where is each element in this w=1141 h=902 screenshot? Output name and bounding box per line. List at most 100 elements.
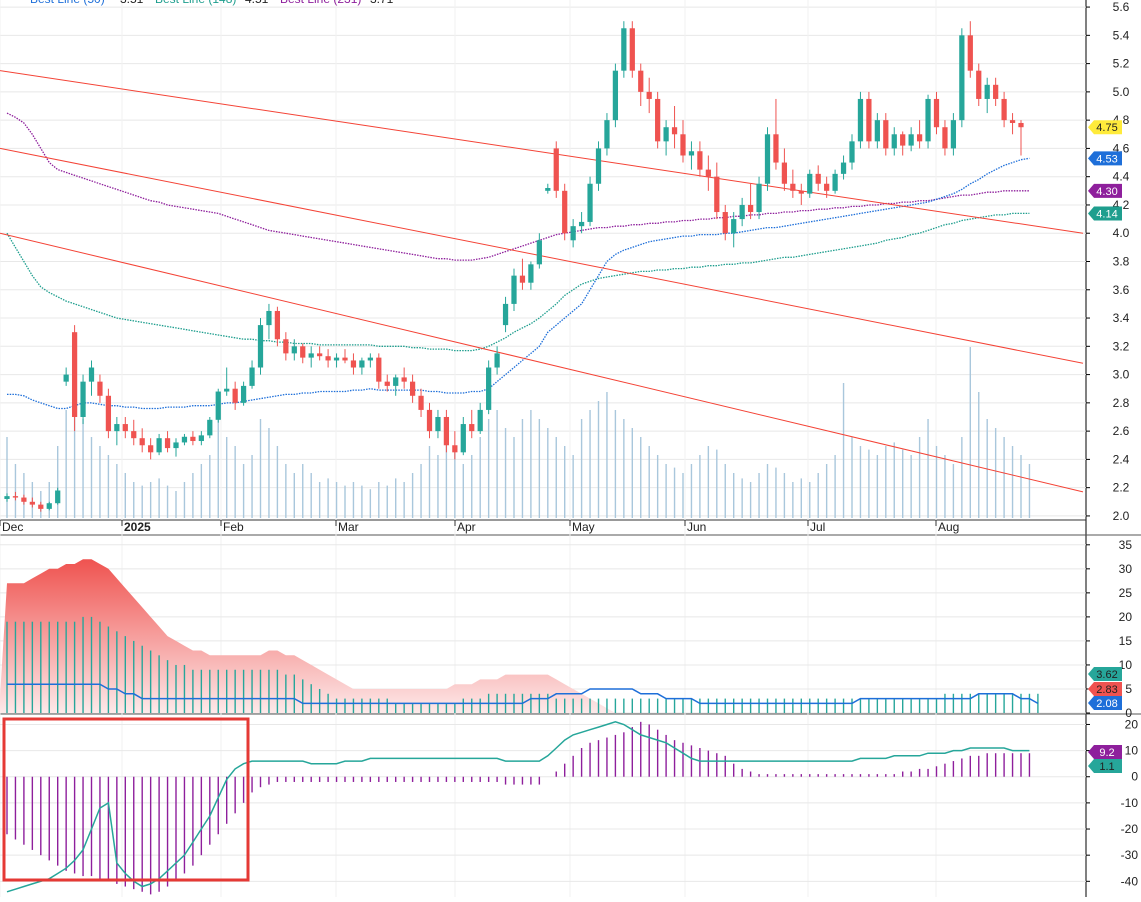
adx-tick-label: 25: [1119, 586, 1133, 600]
candle-body: [21, 497, 27, 502]
candle-body: [477, 409, 483, 432]
osc-line: [6, 721, 1030, 893]
adx-tick-label: 5: [1125, 682, 1132, 696]
price-tick-label: 4.4: [1113, 170, 1130, 184]
candle-body: [933, 98, 940, 128]
candle-body: [291, 346, 297, 354]
candle-body: [164, 438, 171, 449]
candle-body: [350, 360, 357, 368]
candle-body: [63, 374, 69, 382]
candle-body: [198, 435, 204, 442]
candle-body: [671, 127, 678, 135]
candle-body: [942, 127, 948, 149]
candle-body: [747, 204, 754, 213]
candle-body: [908, 134, 914, 146]
x-tick-label: Aug: [938, 520, 959, 534]
candle-body: [359, 360, 365, 368]
candle-body: [232, 388, 238, 403]
candle-body: [333, 357, 340, 361]
legend-series-value: 4.51: [245, 0, 269, 6]
candle-body: [240, 385, 247, 403]
candle-body: [215, 391, 221, 420]
candle-body: [773, 134, 779, 163]
candle-body: [612, 70, 619, 121]
price-tick-label: 5.2: [1113, 57, 1130, 71]
candle-body: [950, 120, 957, 149]
price-label-value: 4.53: [1096, 153, 1117, 165]
candle-body: [655, 98, 661, 142]
candle-body: [697, 151, 703, 170]
candle-body: [824, 183, 830, 191]
candle-body: [976, 70, 982, 99]
osc-tick-label: -10: [1121, 796, 1139, 810]
x-tick-label: Mar: [338, 520, 359, 534]
candle-body: [97, 381, 103, 396]
price-label-value: 4.30: [1096, 186, 1117, 198]
osc-tick-label: 20: [1125, 717, 1139, 731]
price-label-value: 4.75: [1096, 122, 1117, 134]
candle-body: [798, 190, 804, 194]
price-tick-label: 3.4: [1113, 311, 1130, 325]
price-tick-label: 2.6: [1113, 424, 1130, 438]
candle-body: [283, 339, 289, 354]
candle-body: [80, 381, 86, 417]
candle-body: [308, 353, 314, 358]
candle-body: [300, 346, 306, 358]
candle-body: [12, 496, 19, 498]
price-tick-label: 2.2: [1113, 481, 1130, 495]
x-tick-label: Jul: [810, 520, 825, 534]
candle-body: [840, 162, 847, 174]
candle-body: [486, 367, 492, 410]
candle-body: [384, 381, 390, 386]
candle-body: [688, 151, 695, 156]
candle-body: [139, 438, 145, 446]
candle-body: [663, 127, 669, 142]
candle-body: [46, 503, 52, 509]
candle-body: [849, 141, 855, 163]
candle-body: [452, 445, 458, 453]
candle-body: [190, 436, 196, 442]
candle-body: [528, 264, 534, 283]
candle-body: [1009, 120, 1016, 123]
adx-tick-label: 15: [1119, 634, 1133, 648]
candle-body: [629, 28, 635, 71]
candle-body: [325, 356, 331, 361]
candle-body: [891, 134, 897, 149]
candle-body: [4, 496, 10, 499]
trendline[interactable]: [0, 232, 1084, 493]
osc-tick-label: -30: [1121, 848, 1139, 862]
osc-tick-label: 10: [1125, 744, 1139, 758]
candle-body: [460, 424, 466, 453]
candle-body: [443, 416, 450, 446]
osc-label-value: 9.2: [1099, 747, 1114, 759]
candle-body: [367, 357, 373, 361]
candle-body: [224, 388, 230, 392]
candle-body: [570, 226, 576, 241]
candle-body: [807, 173, 813, 194]
x-tick-label: Jun: [687, 520, 706, 534]
chart-root: 5.6 5.4 5.2 5.0 4.8 4.6 4.4 4.2 4.0 3.8 3.6 3.4 3.2 3…: [0, 0, 1141, 897]
legend-series-value: 3.51: [120, 0, 144, 6]
candle-body: [545, 187, 551, 191]
candle-body: [646, 91, 652, 99]
candle-body: [38, 504, 44, 509]
candle-body: [621, 28, 627, 71]
candle-body: [105, 395, 112, 432]
candle-body: [181, 436, 188, 443]
adx-label-value: 2.83: [1096, 684, 1117, 696]
legend-series-label: Best Line (50): [30, 0, 105, 6]
price-tick-label: 3.2: [1113, 339, 1130, 353]
candle-body: [832, 173, 838, 191]
candle-body: [317, 353, 323, 357]
candle-body: [731, 219, 737, 234]
candle-body: [959, 35, 965, 121]
price-tick-label: 3.6: [1113, 283, 1130, 297]
candle-body: [29, 501, 35, 505]
trendline[interactable]: [0, 70, 1084, 234]
candle-body: [587, 183, 593, 222]
candle-body: [756, 183, 762, 213]
candle-body: [148, 445, 154, 453]
candle-body: [426, 409, 433, 432]
candle-body: [562, 190, 568, 234]
candle-body: [984, 84, 990, 99]
